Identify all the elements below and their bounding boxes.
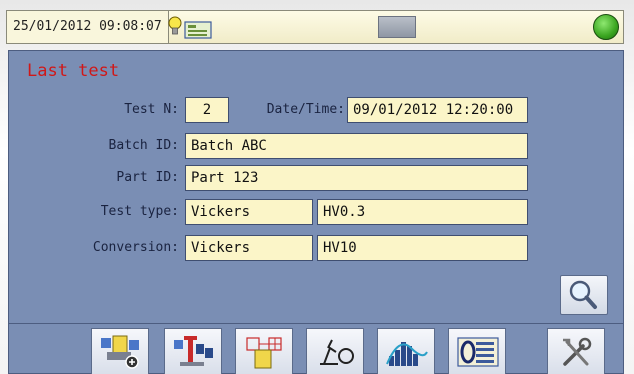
conversion-method-field[interactable]: Vickers xyxy=(185,235,313,261)
datetime-display: 25/01/2012 09:08:07 xyxy=(7,11,169,43)
batch-measure-button[interactable] xyxy=(164,328,222,374)
panel-title: Last test xyxy=(27,61,120,81)
conversion-scale-field[interactable]: HV10 xyxy=(317,235,528,261)
test-type-label: Test type: xyxy=(100,204,179,219)
date-time-field[interactable]: 09/01/2012 12:20:00 xyxy=(347,97,528,123)
test-type-scale-field[interactable]: HV0.3 xyxy=(317,199,528,225)
conversion-label: Conversion: xyxy=(92,240,179,255)
test-n-label: Test N: xyxy=(124,102,179,117)
part-id-field[interactable]: Part 123 xyxy=(185,165,528,191)
batch-id-label: Batch ID: xyxy=(108,138,179,153)
histogram-chart-button[interactable] xyxy=(377,328,435,374)
tools-button[interactable] xyxy=(547,328,605,374)
search-button[interactable] xyxy=(560,275,608,315)
bottom-toolbar xyxy=(8,324,624,374)
status-indicator-icon xyxy=(593,14,619,40)
test-n-field[interactable]: 2 xyxy=(185,97,229,123)
data-list-button[interactable] xyxy=(448,328,506,374)
last-test-panel: Last test Test N: 2 Date/Time: 09/01/201… xyxy=(8,50,624,324)
part-setup-button[interactable] xyxy=(91,328,149,374)
part-id-label: Part ID: xyxy=(116,170,179,185)
batch-id-field[interactable]: Batch ABC xyxy=(185,133,528,159)
hardness-tester-screen: 25/01/2012 09:08:07 Last test Test N: 2 … xyxy=(0,0,634,374)
microscope-button[interactable] xyxy=(306,328,364,374)
blank-button[interactable] xyxy=(378,16,416,38)
indentation-pattern-button[interactable] xyxy=(235,328,293,374)
status-bar: 25/01/2012 09:08:07 xyxy=(6,10,624,44)
test-type-method-field[interactable]: Vickers xyxy=(185,199,313,225)
lightbulb-card-icon[interactable] xyxy=(165,14,215,40)
date-time-label: Date/Time: xyxy=(266,102,345,117)
